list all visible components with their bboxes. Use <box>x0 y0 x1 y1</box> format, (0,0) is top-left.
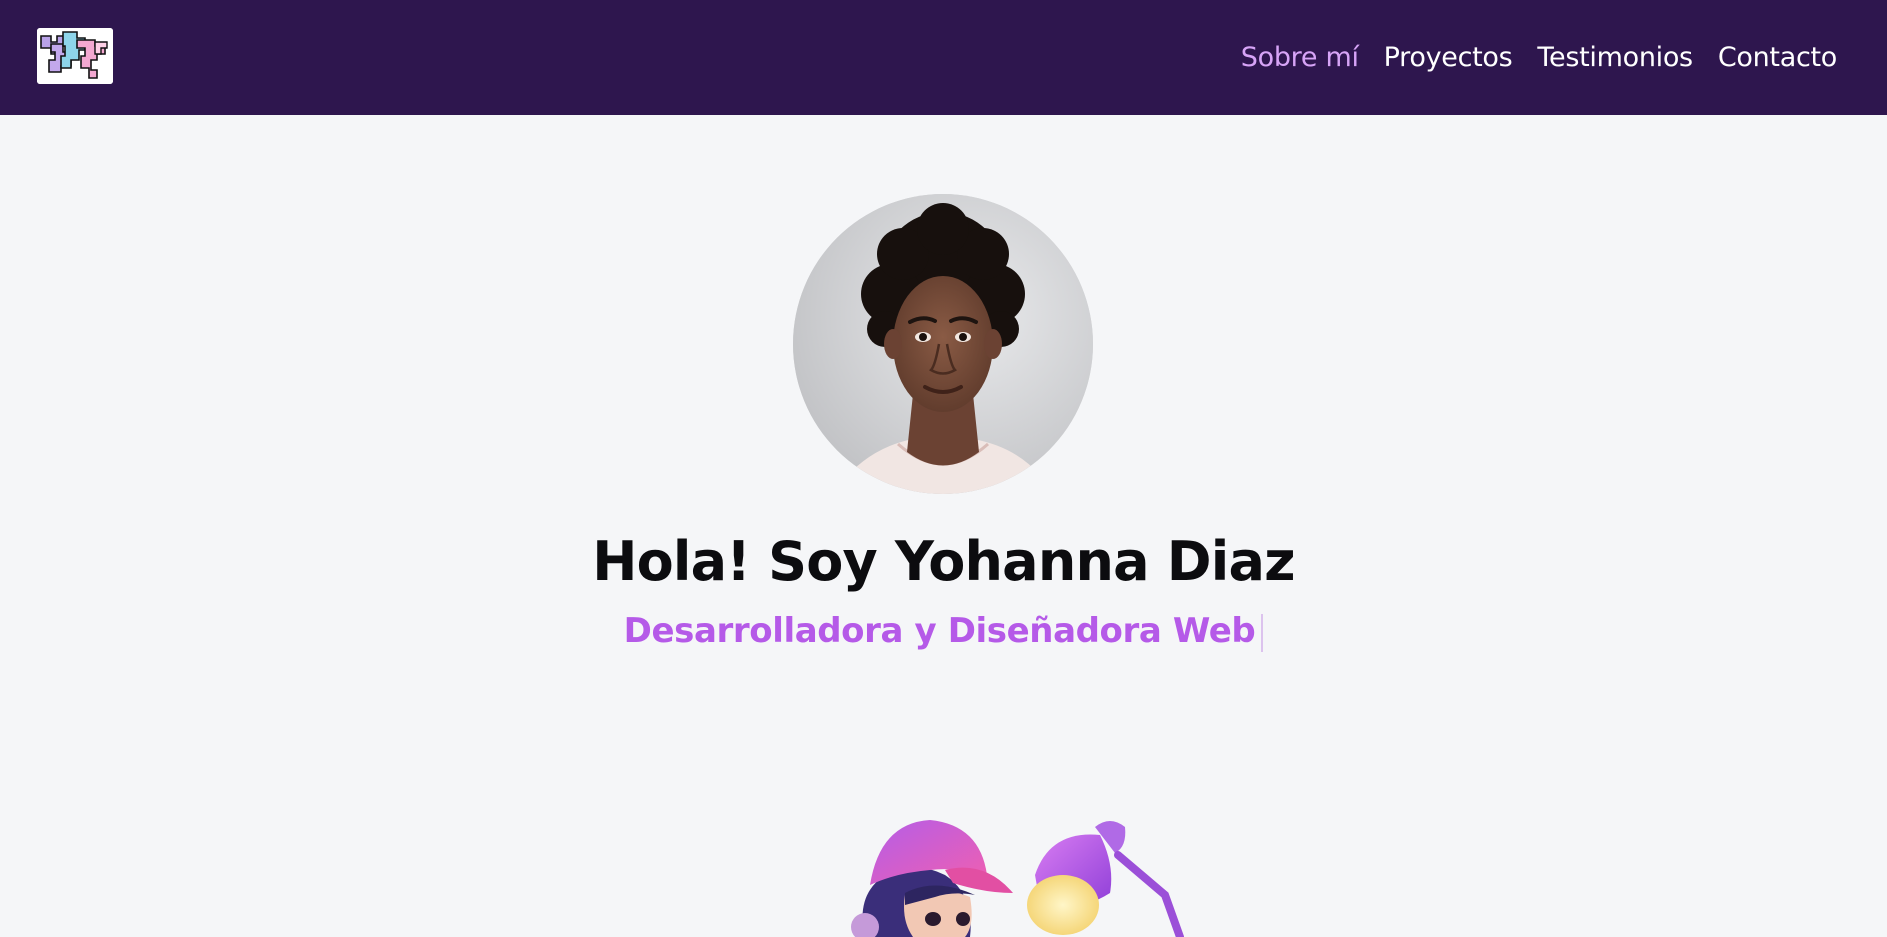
nav-item-contacto[interactable]: Contacto <box>1718 42 1837 73</box>
profile-photo-image <box>793 194 1093 494</box>
hero-illustration <box>835 815 1235 937</box>
nav-item-testimonios[interactable]: Testimonios <box>1537 42 1693 73</box>
site-logo-icon <box>37 28 113 84</box>
nav-item-sobre-mi[interactable]: Sobre mí <box>1241 42 1359 73</box>
hero-title: Hola! Soy Yohanna Diaz <box>592 530 1295 593</box>
nav-item-proyectos[interactable]: Proyectos <box>1384 42 1513 73</box>
main-nav: Sobre mí Proyectos Testimonios Contacto <box>1241 0 1838 115</box>
navbar: Sobre mí Proyectos Testimonios Contacto <box>0 0 1887 115</box>
hero-subtitle: Desarrolladora y Diseñadora Web <box>0 607 1887 655</box>
hero-subtitle-text: Desarrolladora y Diseñadora Web <box>623 611 1256 651</box>
typing-cursor <box>1261 613 1264 652</box>
logo-link[interactable] <box>37 28 113 84</box>
profile-photo <box>793 194 1093 494</box>
girl-with-lamp-illustration <box>851 820 1184 937</box>
